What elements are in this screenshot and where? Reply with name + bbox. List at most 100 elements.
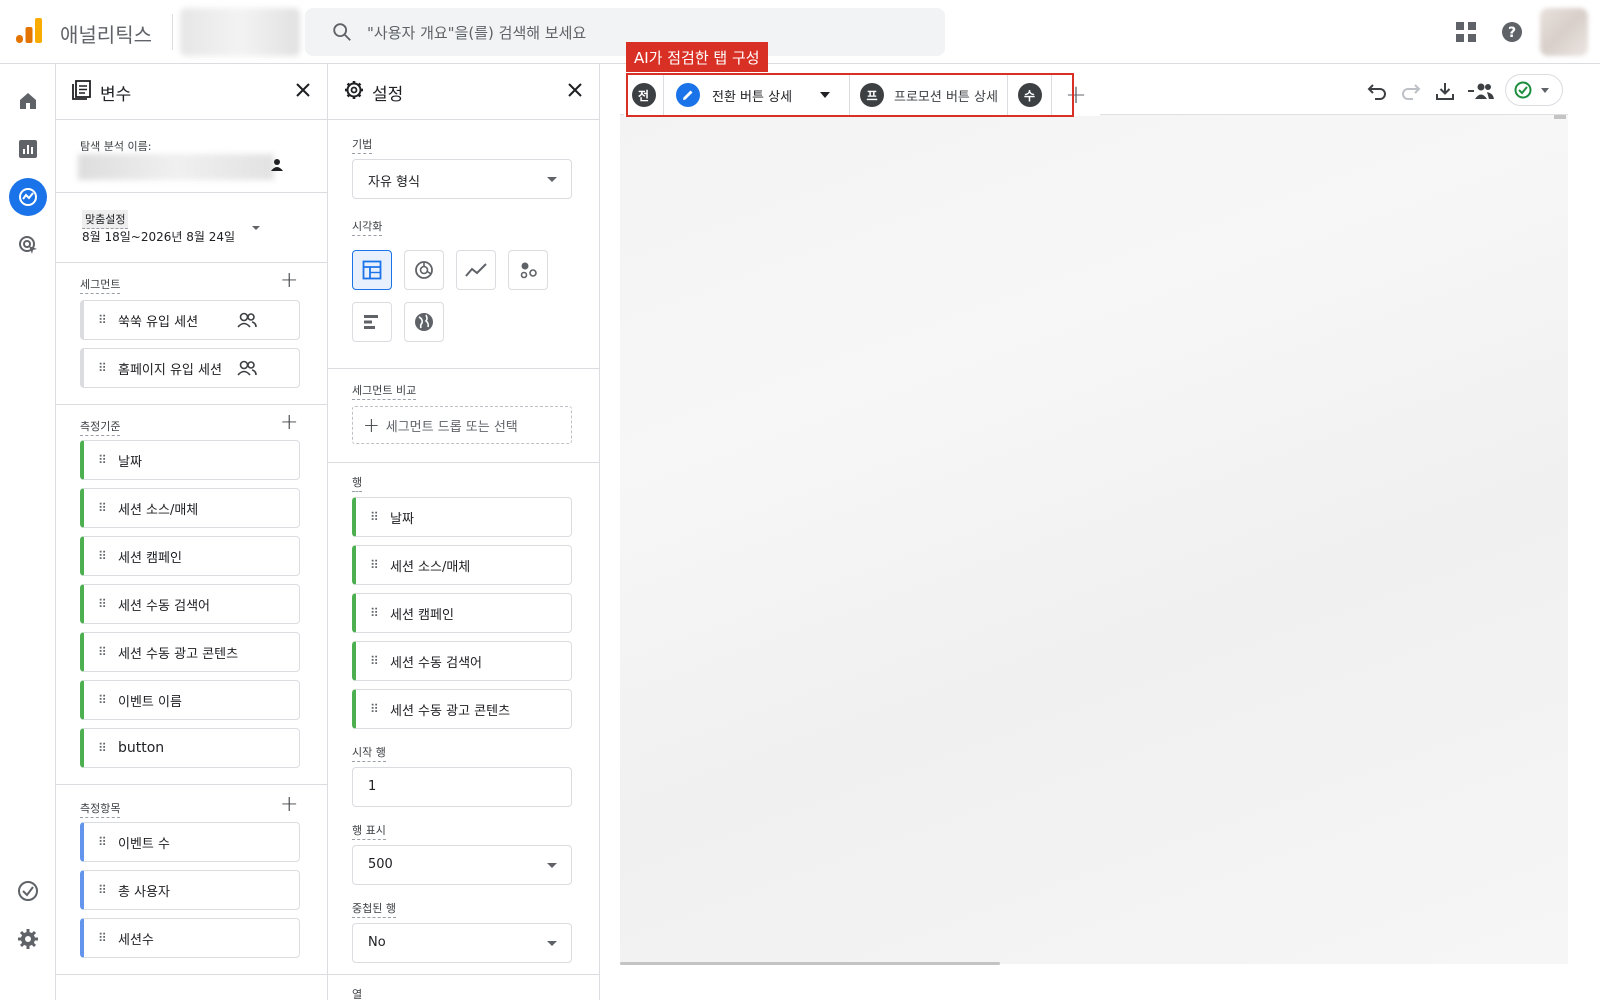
drag-handle-icon[interactable]: ⠿ [370,655,380,667]
divider [172,14,173,50]
row-chip[interactable]: ⠿ 세션 수동 검색어 [352,641,572,681]
segment-label: 홈페이지 유입 세션 [118,362,222,378]
download-icon[interactable] [1432,78,1458,104]
drag-handle-icon[interactable]: ⠿ [98,550,108,562]
home-icon[interactable] [9,82,47,120]
metric-label: 총 사용자 [118,884,170,900]
table-viz-icon[interactable] [352,250,392,290]
advertising-icon[interactable] [9,226,47,264]
drag-handle-icon[interactable]: ⠿ [98,502,108,514]
donut-chart-icon[interactable] [404,250,444,290]
status-indicator[interactable] [1505,74,1563,106]
nested-rows-value: No [368,935,386,950]
drag-handle-icon[interactable]: ⠿ [98,362,108,374]
add-dimension-button[interactable]: + [280,412,298,434]
rows-label: 행 [352,474,363,492]
variables-icon [72,80,91,100]
close-icon[interactable] [293,80,313,100]
explore-icon[interactable] [9,178,47,216]
bar-chart-icon[interactable] [352,302,392,342]
segment-chip[interactable]: ⠿ 쑥쑥 유입 세션 [80,300,300,340]
apps-grid-icon[interactable] [1452,18,1480,46]
drag-handle-icon[interactable]: ⠿ [98,694,108,706]
row-label: 날짜 [390,511,414,527]
settings-header: 설정 [328,64,599,120]
segment-label: 쑥쑥 유입 세션 [118,314,199,330]
row-chip[interactable]: ⠿ 세션 캠페인 [352,593,572,633]
dimension-chip[interactable]: ⠿ 세션 수동 광고 콘텐츠 [80,632,300,672]
dimension-chip[interactable]: ⠿ 세션 수동 검색어 [80,584,300,624]
avatar[interactable] [1540,8,1588,56]
exploration-canvas[interactable] [620,114,1568,964]
divider [328,974,599,975]
dimension-chip[interactable]: ⠿ 세션 소스/매체 [80,488,300,528]
drag-handle-icon[interactable]: ⠿ [98,836,108,848]
account-selector[interactable] [180,8,300,56]
technique-select[interactable]: 자유 형식 [352,159,572,199]
row-label: 세션 소스/매체 [390,559,471,575]
segment-dropzone[interactable]: + 세그먼트 드롭 또는 선택 [352,406,572,444]
divider [56,974,327,975]
analytics-logo[interactable] [14,16,44,46]
dimension-chip[interactable]: ⠿ button [80,728,300,768]
redo-icon[interactable] [1398,78,1424,104]
search-bar[interactable]: "사용자 개요"을(를) 검색해 보세요 [305,8,945,56]
variables-header: 변수 [56,64,327,120]
add-segment-button[interactable]: + [280,270,298,292]
drag-handle-icon[interactable]: ⠿ [98,932,108,944]
help-icon[interactable]: ? [1498,18,1526,46]
row-chip[interactable]: ⠿ 세션 소스/매체 [352,545,572,585]
drag-handle-icon[interactable]: ⠿ [98,742,108,754]
add-metric-button[interactable]: + [280,794,298,816]
drag-handle-icon[interactable]: ⠿ [370,703,380,715]
vertical-scrollbar[interactable] [1554,115,1566,119]
drag-handle-icon[interactable]: ⠿ [370,559,380,571]
dimension-chip[interactable]: ⠿ 날짜 [80,440,300,480]
divider [56,404,327,405]
nested-rows-label: 중첩된 행 [352,900,396,918]
dimension-chip[interactable]: ⠿ 이벤트 이름 [80,680,300,720]
exploration-name-input[interactable] [78,154,274,180]
close-icon[interactable] [565,80,585,100]
drag-handle-icon[interactable]: ⠿ [98,646,108,658]
metric-chip[interactable]: ⠿ 세션수 [80,918,300,958]
dimensions-label: 측정기준 [80,418,121,436]
row-label: 세션 수동 검색어 [390,655,482,671]
geo-map-icon[interactable] [404,302,444,342]
dimension-label: 세션 캠페인 [118,550,182,566]
share-users-icon[interactable] [1466,78,1496,104]
segment-drop-text: 세그먼트 드롭 또는 선택 [385,419,518,435]
scatter-plot-icon[interactable] [508,250,548,290]
drag-handle-icon[interactable]: ⠿ [98,454,108,466]
left-nav [0,64,56,1000]
row-chip[interactable]: ⠿ 날짜 [352,497,572,537]
segment-chip[interactable]: ⠿ 홈페이지 유입 세션 [80,348,300,388]
dimension-label: button [118,740,165,756]
nested-rows-select[interactable]: No [352,923,572,963]
start-row-input[interactable]: 1 [352,767,572,807]
app-title[interactable]: 애널리틱스 [60,19,152,48]
line-chart-icon[interactable] [456,250,496,290]
horizontal-scrollbar[interactable] [620,962,1000,965]
show-rows-value: 500 [368,857,393,872]
drag-handle-icon[interactable]: ⠿ [98,884,108,896]
date-dropdown-arrow[interactable] [252,226,260,230]
dimension-chip[interactable]: ⠿ 세션 캠페인 [80,536,300,576]
search-placeholder[interactable]: "사용자 개요"을(를) 검색해 보세요 [367,22,586,43]
people-icon [237,360,257,376]
reports-icon[interactable] [9,130,47,168]
drag-handle-icon[interactable]: ⠿ [98,598,108,610]
checklist-icon[interactable] [9,872,47,910]
drag-handle-icon[interactable]: ⠿ [370,511,380,523]
metric-chip[interactable]: ⠿ 총 사용자 [80,870,300,910]
date-range[interactable]: 8월 18일~2026년 8월 24일 [82,228,235,245]
drag-handle-icon[interactable]: ⠿ [98,314,108,326]
settings-gear-icon[interactable] [9,920,47,958]
row-chip[interactable]: ⠿ 세션 수동 광고 콘텐츠 [352,689,572,729]
variables-panel: 변수 탐색 분석 이름: 맞춤설정 8월 18일~2026년 8월 24일 세그… [56,64,328,1000]
undo-icon[interactable] [1364,78,1390,104]
show-rows-select[interactable]: 500 [352,845,572,885]
metric-chip[interactable]: ⠿ 이벤트 수 [80,822,300,862]
drag-handle-icon[interactable]: ⠿ [370,607,380,619]
gear-icon [345,81,363,99]
